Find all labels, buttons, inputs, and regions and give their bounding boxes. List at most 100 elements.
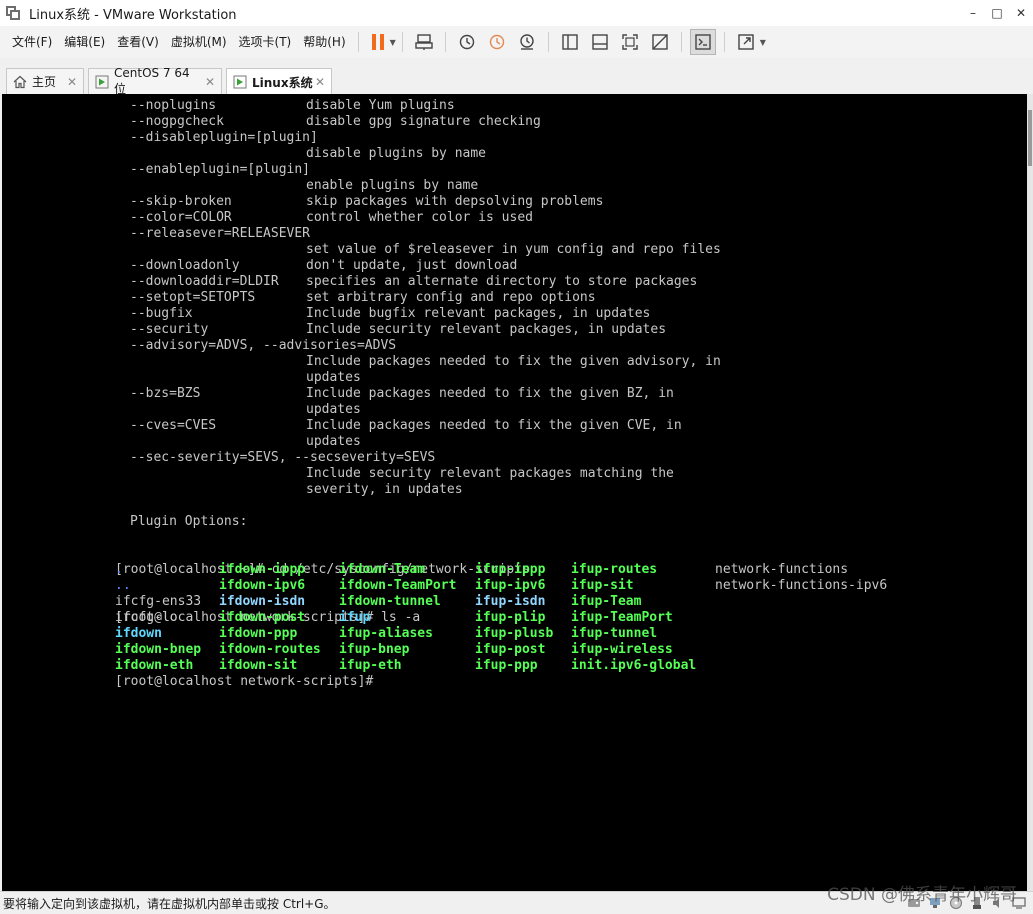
help-description: enable plugins by name <box>306 178 479 193</box>
help-line: --bzs=BZS Include packages needed to fix … <box>130 386 721 402</box>
help-option: --enableplugin=[plugin] <box>130 162 311 177</box>
help-option: --cves=CVES <box>130 418 217 433</box>
revert-snapshot-button[interactable] <box>484 29 510 55</box>
ls-entry: ifup-plip <box>475 610 546 625</box>
keyboard-icon <box>415 34 433 50</box>
ls-entry: ifdown-isdn <box>219 594 306 609</box>
home-icon <box>13 75 27 89</box>
help-option: --noplugins <box>130 98 217 113</box>
ls-entry: ifdown-Team <box>339 562 426 577</box>
help-option: Plugin Options: <box>130 514 248 529</box>
ls-entry: ifdown-ipv6 <box>219 578 306 593</box>
stretch-dropdown-icon[interactable]: ▼ <box>760 38 766 47</box>
maximize-button[interactable]: □ <box>985 0 1009 26</box>
fullscreen-icon <box>622 34 638 50</box>
menu-edit[interactable]: 编辑(E) <box>58 26 111 58</box>
help-option: --releasever=RELEASEVER <box>130 226 311 241</box>
help-option: --bzs=BZS <box>130 386 201 401</box>
snapshot-manager-button[interactable] <box>514 29 540 55</box>
ls-row: ifcfg-lo ifdown-post ifup ifup-plip ifup-Tea… <box>115 610 673 626</box>
menu-toolbar: 文件(F) 编辑(E) 查看(V) 虚拟机(M) 选项卡(T) 帮助(H) ▼ … <box>0 26 1033 58</box>
send-ctrl-alt-del-button[interactable] <box>411 29 437 55</box>
ls-entry: ifdown-eth <box>115 658 194 673</box>
tab-linux[interactable]: Linux系统 ✕ <box>226 68 332 95</box>
help-line: set value of $releasever in yum config a… <box>130 242 721 258</box>
tab-label: Linux系统 <box>252 75 313 90</box>
help-option: --color=COLOR <box>130 210 232 225</box>
scrollbar-thumb[interactable] <box>1028 110 1032 166</box>
tab-close-icon[interactable]: ✕ <box>67 75 77 89</box>
help-description: Include packages needed to fix the given… <box>306 354 721 369</box>
help-line: --security Include security relevant pack… <box>130 322 721 338</box>
help-description: disable plugins by name <box>306 146 487 161</box>
ls-entry: ifdown-tunnel <box>339 594 441 609</box>
help-line: Include packages needed to fix the given… <box>130 354 721 370</box>
help-description: set value of $releasever in yum config a… <box>306 242 721 257</box>
help-line: Plugin Options: <box>130 514 721 530</box>
tab-close-icon[interactable]: ✕ <box>315 75 325 89</box>
help-option: --downloadonly <box>130 258 240 273</box>
menu-view[interactable]: 查看(V) <box>111 26 165 58</box>
ls-entry: ifcfg-ens33 <box>115 594 202 609</box>
help-description: Include security relevant packages, in u… <box>306 322 667 337</box>
ls-entry: ifdown-sit <box>219 658 298 673</box>
pause-button[interactable] <box>367 29 389 55</box>
help-line: --bugfix Include bugfix relevant packages… <box>130 306 721 322</box>
title-bar: Linux系统 - VMware Workstation – □ ✕ <box>0 0 1033 26</box>
ls-entry: ifup-eth <box>339 658 402 673</box>
tab-close-icon[interactable]: ✕ <box>205 75 215 89</box>
final-prompt: [root@localhost network-scripts]# <box>115 674 374 689</box>
help-description: set arbitrary config and repo options <box>306 290 596 305</box>
ls-row: ifdown-eth ifdown-sit ifup-eth ifup-ppp init… <box>115 658 696 674</box>
console-scrollbar[interactable] <box>1027 94 1033 891</box>
help-description: updates <box>306 370 361 385</box>
ls-entry: ifup-wireless <box>571 642 673 657</box>
ls-entry: .. <box>115 578 131 593</box>
full-screen-button[interactable] <box>617 29 643 55</box>
help-option: --disableplugin=[plugin] <box>130 130 318 145</box>
menu-vm[interactable]: 虚拟机(M) <box>165 26 233 58</box>
ls-row: .. ifdown-ipv6 ifdown-TeamPort ifup-ipv6 ifu… <box>115 578 887 594</box>
close-button[interactable]: ✕ <box>1009 0 1033 26</box>
window-title: Linux系统 - VMware Workstation <box>29 7 237 23</box>
stretch-button[interactable] <box>733 29 759 55</box>
pause-dropdown-icon[interactable]: ▼ <box>390 38 396 47</box>
ls-entry: ifup-sit <box>571 578 634 593</box>
tab-label: 主页 <box>32 75 57 89</box>
minimize-button[interactable]: – <box>961 0 985 26</box>
help-description: updates <box>306 402 361 417</box>
help-line: Include security relevant packages match… <box>130 466 721 482</box>
stretch-icon <box>738 34 754 50</box>
menu-tabs[interactable]: 选项卡(T) <box>233 26 298 58</box>
ls-entry: ifdown-post <box>219 610 306 625</box>
clock-manager-icon <box>520 34 534 50</box>
menu-file[interactable]: 文件(F) <box>6 26 58 58</box>
console-view-button[interactable] <box>689 29 716 55</box>
help-line: updates <box>130 402 721 418</box>
ls-entry: ifup-post <box>475 642 546 657</box>
help-option: --downloaddir=DLDIR <box>130 274 279 289</box>
menu-help[interactable]: 帮助(H) <box>297 26 351 58</box>
help-line: disable plugins by name <box>130 146 721 162</box>
help-line: --downloadonly don't update, just downloa… <box>130 258 721 274</box>
help-option: --security <box>130 322 209 337</box>
help-line: updates <box>130 434 721 450</box>
show-thumbnail-button[interactable] <box>587 29 613 55</box>
unity-button[interactable] <box>647 29 673 55</box>
ls-entry: ifdown-ppp <box>219 626 298 641</box>
show-library-button[interactable] <box>557 29 583 55</box>
vm-icon <box>95 75 109 89</box>
help-line: --enableplugin=[plugin] <box>130 162 721 178</box>
ls-entry: ifup-ippp <box>475 562 546 577</box>
ls-entry: ifdown <box>115 626 162 641</box>
snapshot-button[interactable] <box>454 29 480 55</box>
unity-disabled-icon <box>652 34 668 50</box>
help-description: specifies an alternate directory to stor… <box>306 274 698 289</box>
help-line: --skip-broken skip packages with depsolvi… <box>130 194 721 210</box>
tab-centos[interactable]: CentOS 7 64 位 ✕ <box>88 66 222 96</box>
csdn-watermark: CSDN @佛系青年小辉哥 <box>827 885 1017 905</box>
tab-home[interactable]: 主页 ✕ <box>6 68 84 94</box>
vmware-logo-icon <box>5 5 21 21</box>
help-description: disable Yum plugins <box>306 98 455 113</box>
help-line: --sec-severity=SEVS, --secseverity=SEVS <box>130 450 721 466</box>
